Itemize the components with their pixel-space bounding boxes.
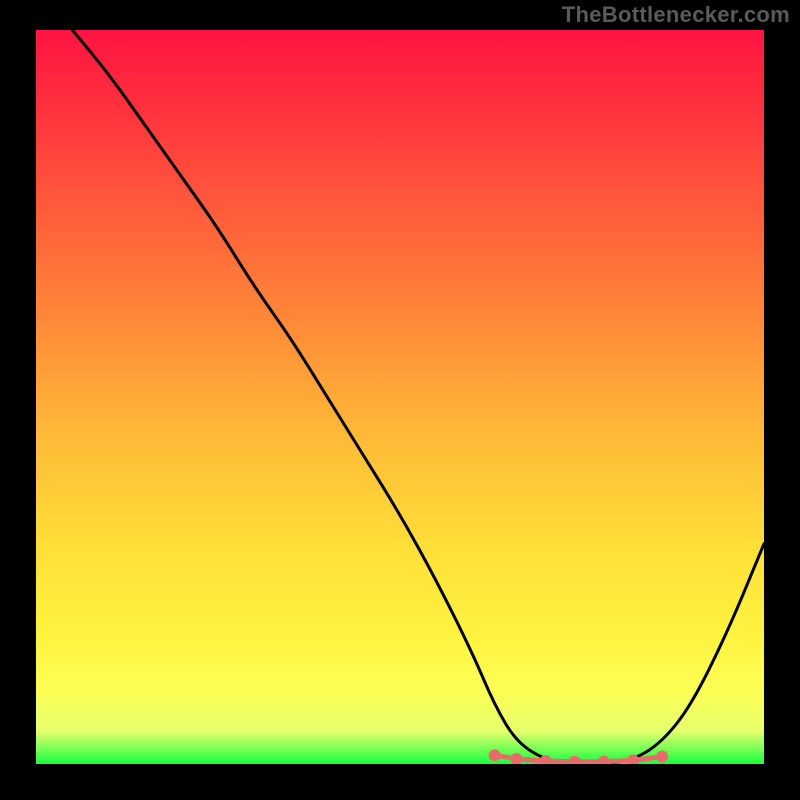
chart-frame: TheBottlenecker.com [0, 0, 800, 800]
optimum-marker [489, 749, 501, 761]
optimum-marker [656, 751, 668, 763]
plot-area [36, 30, 764, 764]
bottleneck-chart [36, 30, 764, 764]
gradient-background [36, 30, 764, 764]
attribution-text: TheBottlenecker.com [562, 2, 790, 28]
